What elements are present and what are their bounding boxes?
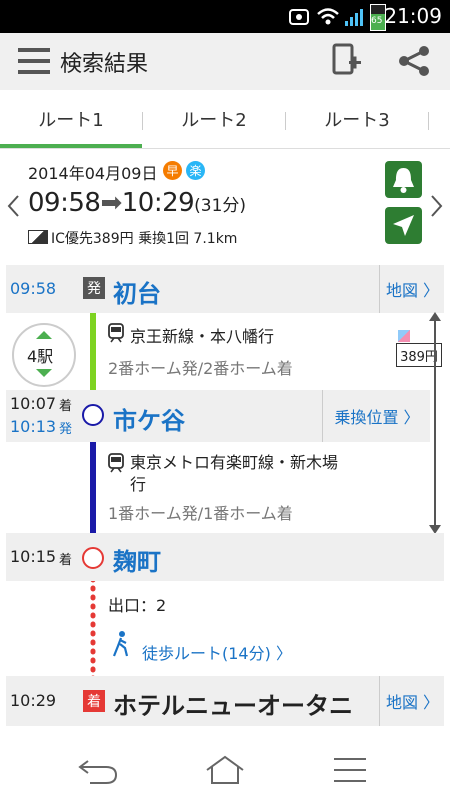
signal-icon xyxy=(345,9,363,26)
notification-icon xyxy=(289,9,309,25)
search-date: 2014年04月09日 xyxy=(28,164,158,183)
chevron-right-icon: 〉 xyxy=(398,408,420,427)
platform-info: 2番ホーム発/2番ホーム着 xyxy=(108,359,293,378)
fast-badge: 早 xyxy=(163,161,182,180)
clock: 21:09 xyxy=(384,4,442,28)
chevron-right-icon: 〉 xyxy=(417,693,440,712)
share-icon[interactable] xyxy=(396,45,432,77)
ic-card-icon xyxy=(28,230,48,244)
station-row-arrival: 10:15 着 麹町 xyxy=(6,533,444,581)
arrival-label: 着 xyxy=(59,399,73,414)
tab-route-2[interactable]: ルート2 xyxy=(143,90,285,148)
train-icon xyxy=(108,323,124,343)
station-name[interactable]: 市ケ谷 xyxy=(113,401,185,436)
easy-badge: 楽 xyxy=(186,161,205,180)
bell-icon xyxy=(393,168,414,193)
train-icon xyxy=(108,453,124,473)
route-tabs: ルート1 ルート2 ルート3 xyxy=(0,90,450,149)
depart-time: 09:58 xyxy=(28,188,101,218)
station-name[interactable]: 麹町 xyxy=(113,542,161,577)
fare-summary: IC優先389円 乗換1回 7.1km xyxy=(28,228,237,248)
expand-down-icon xyxy=(36,369,52,377)
transfer-position-button[interactable]: 乗換位置 〉 xyxy=(322,390,431,442)
alarm-button[interactable] xyxy=(385,161,422,198)
exit-info: 出口：2 xyxy=(108,596,167,615)
train-line-name[interactable]: 東京メトロ有楽町線・新木場行 xyxy=(130,452,350,496)
trip-times: 09:58➡10:29(31分) xyxy=(28,188,246,218)
station-row-departure: 09:58 発 初台 地図 〉 xyxy=(6,265,444,313)
station-count: 4駅 xyxy=(27,347,54,366)
tab-active-indicator xyxy=(0,144,142,148)
station-node xyxy=(82,547,104,569)
station-node xyxy=(82,404,104,426)
station-time: 09:58 xyxy=(10,279,57,298)
station-row-transfer: 10:07 着 10:13 発 市ケ谷 乗換位置 〉 xyxy=(6,390,430,442)
navigate-button[interactable] xyxy=(385,207,422,244)
add-to-device-icon[interactable] xyxy=(332,43,362,79)
departure-label: 発 xyxy=(59,422,73,437)
menu-icon[interactable] xyxy=(18,46,50,76)
station-row-destination: 10:29 着 ホテルニューオータニ 地図 〉 xyxy=(6,676,444,726)
arrival-tag: 着 xyxy=(83,690,105,712)
train-line-name[interactable]: 京王新線・本八幡行 xyxy=(130,323,274,347)
chevron-right-icon: 〉 xyxy=(270,644,292,663)
platform-info: 1番ホーム発/1番ホーム着 xyxy=(108,504,293,523)
station-arrival-time: 10:07 xyxy=(10,394,57,413)
chevron-right-icon: 〉 xyxy=(417,281,440,300)
arrive-time: 10:29 xyxy=(121,188,195,218)
chevron-right-icon[interactable] xyxy=(430,194,444,218)
station-departure-time: 10:13 xyxy=(10,417,57,436)
walk-route-label: 徒歩ルート(14分) xyxy=(142,644,271,663)
arrival-label: 着 xyxy=(59,553,73,568)
system-nav-bar xyxy=(0,740,450,800)
walking-icon xyxy=(112,631,129,657)
ic-fare-icon xyxy=(398,330,410,342)
station-name[interactable]: ホテルニューオータニ xyxy=(113,686,353,721)
walk-route-link[interactable]: 徒歩ルート(14分) 〉 xyxy=(142,640,292,664)
page-title: 検索結果 xyxy=(60,52,149,77)
map-button-label: 地図 xyxy=(385,281,418,300)
arrow-right-icon: ➡ xyxy=(100,188,122,218)
back-icon[interactable] xyxy=(76,755,120,785)
menu-lines-icon[interactable] xyxy=(332,756,368,784)
tab-divider xyxy=(428,112,429,130)
fare-summary-text: IC優先389円 乗換1回 7.1km xyxy=(51,231,238,247)
navigation-arrow-icon xyxy=(393,215,414,236)
station-name[interactable]: 初台 xyxy=(113,274,161,309)
status-bar: 65 21:09 xyxy=(0,0,450,33)
map-button[interactable]: 地図 〉 xyxy=(379,265,445,313)
station-count-button[interactable]: 4駅 xyxy=(12,323,76,387)
home-icon[interactable] xyxy=(203,754,247,786)
station-time: 10:29 xyxy=(10,691,57,710)
map-button[interactable]: 地図 〉 xyxy=(379,676,445,726)
tab-route-1[interactable]: ルート1 xyxy=(0,90,142,148)
tab-route-3[interactable]: ルート3 xyxy=(286,90,428,148)
depart-tag: 発 xyxy=(83,277,105,299)
duration: (31分) xyxy=(194,196,247,216)
chevron-left-icon[interactable] xyxy=(6,194,20,218)
wifi-icon xyxy=(317,8,339,25)
map-button-label: 地図 xyxy=(385,693,418,712)
app-bar: 検索結果 xyxy=(0,33,450,90)
expand-up-icon xyxy=(36,331,52,339)
transfer-position-label: 乗換位置 xyxy=(334,408,399,427)
station-time: 10:15 xyxy=(10,547,57,566)
walk-dotted-line xyxy=(90,567,96,686)
